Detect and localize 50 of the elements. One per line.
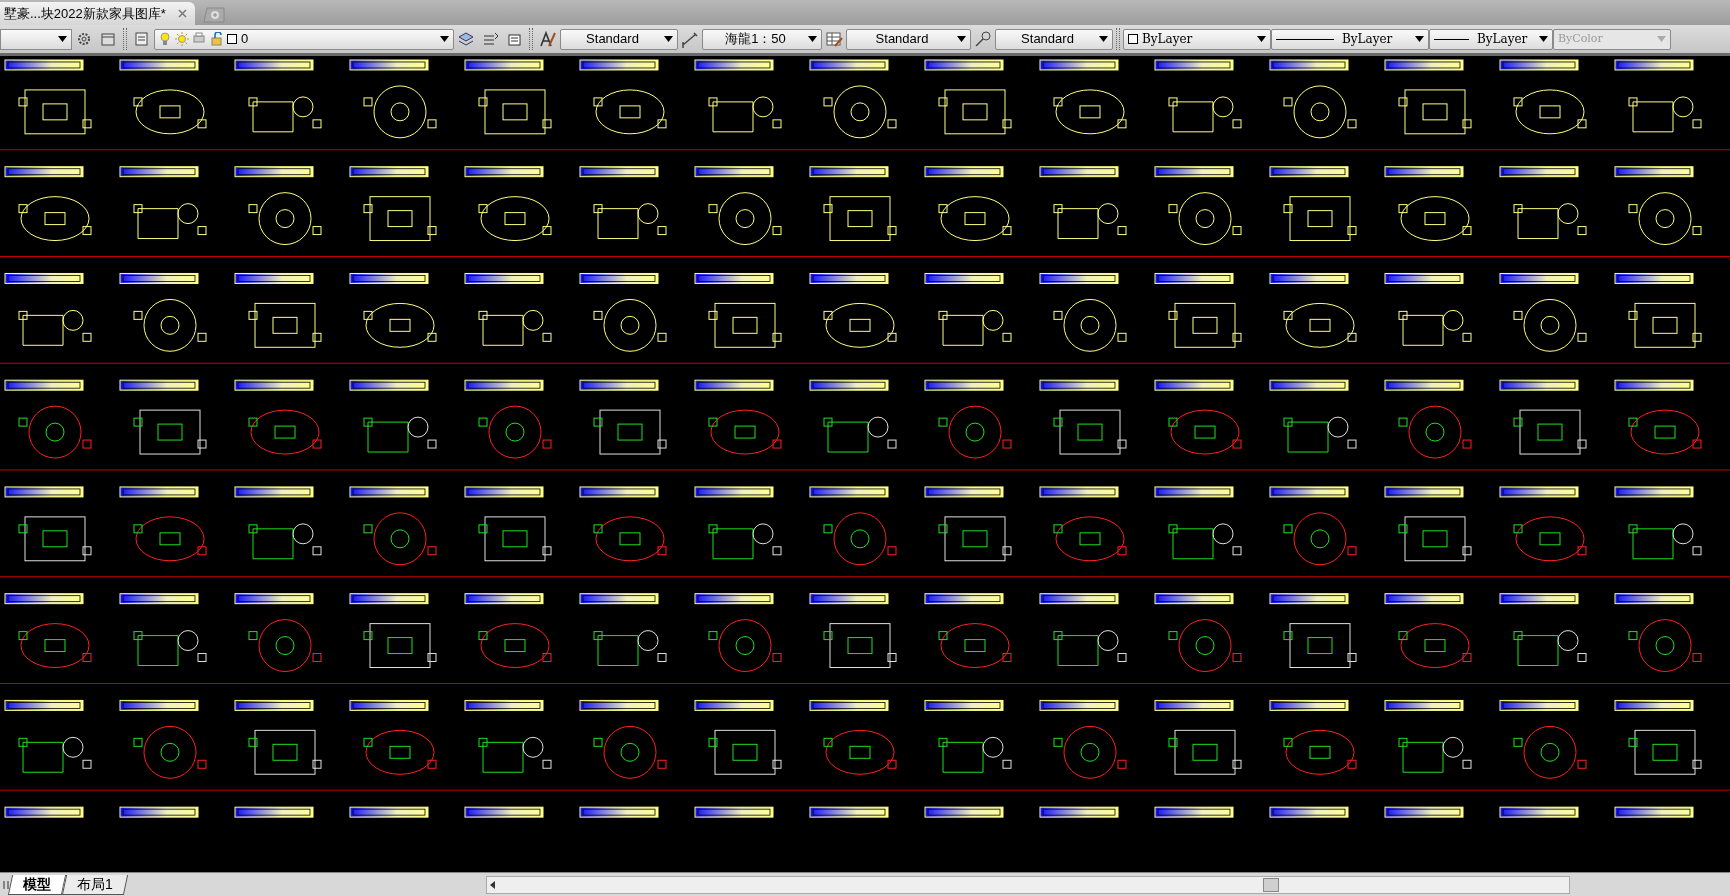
linetype-dropdown[interactable]: ByLayer (1271, 28, 1429, 50)
caret-icon (808, 36, 817, 42)
caret-icon (1539, 36, 1548, 42)
caret-icon (58, 36, 67, 42)
layout-tab[interactable]: 布局1 (61, 874, 128, 895)
unlock-icon[interactable] (211, 32, 223, 46)
table-style-dropdown[interactable]: Standard (846, 28, 971, 50)
caret-icon (1257, 36, 1266, 42)
mleader-style-dropdown[interactable]: Standard (995, 28, 1113, 50)
caret-icon (440, 36, 449, 42)
text-style-icon[interactable] (539, 30, 557, 48)
lightbulb-icon[interactable] (159, 32, 171, 46)
style-value: Standard (1020, 30, 1075, 49)
caret-icon (1099, 36, 1108, 42)
printer-icon[interactable] (193, 32, 207, 46)
color-value: ByLayer (1142, 31, 1194, 48)
layer-dropdown[interactable]: 0 (154, 28, 454, 50)
layer-name: 0 (241, 30, 250, 49)
settings-icon[interactable] (75, 30, 93, 48)
text-style-dropdown[interactable]: Standard (560, 28, 678, 50)
layout-tab[interactable]: 模型 (7, 874, 67, 895)
plot-style-value: ByColor (1558, 30, 1604, 47)
dimension-style-icon[interactable] (681, 30, 699, 48)
sun-icon[interactable] (175, 32, 189, 46)
linetype-value: ByLayer (1341, 31, 1394, 48)
line-sample (1434, 38, 1469, 40)
dim-style-dropdown[interactable]: 海龍1：50 (702, 28, 822, 50)
style-value: Standard (874, 30, 930, 49)
caret-icon (957, 36, 966, 42)
layer-properties-icon[interactable] (133, 30, 151, 48)
table-style-icon[interactable] (825, 30, 843, 48)
lineweight-value: ByLayer (1476, 31, 1529, 48)
horizontal-scrollbar[interactable] (485, 875, 1570, 894)
style-value: 海龍1：50 (724, 30, 787, 49)
color-swatch (227, 34, 237, 44)
workspace-dropdown[interactable] (0, 28, 72, 50)
caret-icon (1415, 36, 1424, 42)
caret-icon (664, 36, 673, 42)
line-sample (1276, 38, 1334, 40)
window-icon[interactable] (99, 30, 117, 48)
new-tab-icon[interactable] (202, 6, 225, 23)
scroll-thumb[interactable] (1263, 877, 1279, 892)
close-icon[interactable] (177, 9, 187, 18)
caret-icon (1657, 36, 1666, 42)
document-tab[interactable]: 墅豪...块2022新款家具图库* (0, 2, 195, 25)
color-dropdown[interactable]: ByLayer (1123, 28, 1271, 50)
leader-style-icon[interactable] (974, 30, 992, 48)
style-value: Standard (585, 30, 640, 49)
color-swatch (1128, 34, 1138, 44)
lineweight-dropdown[interactable]: ByLayer (1429, 28, 1553, 50)
